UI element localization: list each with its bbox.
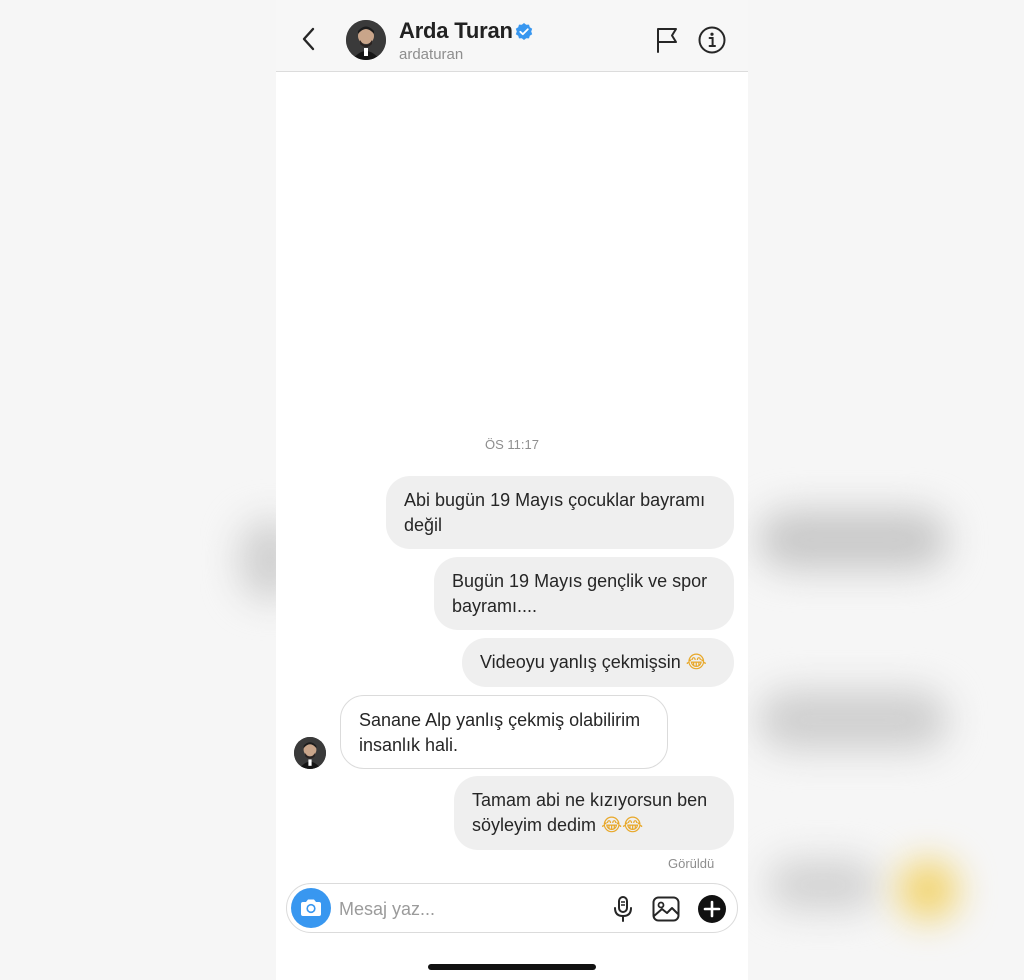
more-options-button[interactable]	[697, 894, 727, 924]
message-text: söyleyim dedim	[472, 815, 597, 835]
chat-header: Arda Turan ardaturan	[276, 0, 748, 72]
home-indicator[interactable]	[428, 964, 596, 970]
message-text-line: Tamam abi ne kızıyorsun ben	[472, 790, 708, 810]
message-text-line: Sanane Alp yanlış çekmiş olabilirim	[359, 710, 641, 730]
message-text-line: Bugün 19 Mayıs gençlik ve spor	[452, 571, 708, 591]
message-text-line: Abi bugün 19 Mayıs çocuklar bayramı	[404, 490, 706, 510]
sent-message[interactable]: Abi bugün 19 Mayıs çocuklar bayramı deği…	[386, 476, 734, 549]
sent-message[interactable]: Bugün 19 Mayıs gençlik ve spor bayramı..…	[434, 557, 734, 630]
verified-badge-icon	[515, 23, 533, 40]
voice-message-button[interactable]	[609, 895, 637, 923]
seen-status: Görüldü	[668, 856, 715, 871]
plus-circle-icon	[698, 895, 726, 923]
message-timestamp: ÖS 11:17	[485, 437, 539, 452]
sent-message[interactable]: Tamam abi ne kızıyorsun ben söyleyim ded…	[454, 776, 734, 850]
sent-message[interactable]: Videoyu yanlış çekmişsin 😂	[462, 638, 734, 687]
background-right	[748, 0, 1024, 980]
background-left	[0, 0, 300, 980]
message-input[interactable]	[339, 896, 579, 922]
message-composer	[286, 883, 738, 933]
message-text-line: söyleyim dedim 😂😂	[472, 813, 716, 838]
image-icon	[652, 896, 680, 922]
chevron-left-icon	[302, 27, 315, 51]
microphone-icon	[614, 896, 632, 922]
received-message[interactable]: Sanane Alp yanlış çekmiş olabilirim insa…	[340, 695, 668, 769]
info-icon	[698, 26, 726, 54]
laughing-emoji-icon: 😂😂	[601, 815, 644, 836]
info-button[interactable]	[697, 25, 727, 55]
header-avatar[interactable]	[346, 20, 386, 60]
sender-avatar[interactable]	[294, 737, 326, 769]
message-text: Videoyu yanlış çekmişsin	[480, 652, 681, 672]
gallery-button[interactable]	[651, 894, 681, 924]
back-button[interactable]	[296, 24, 320, 54]
flag-icon	[657, 28, 677, 53]
message-text-line: insanlık hali.	[359, 735, 459, 755]
camera-button[interactable]	[291, 888, 331, 928]
report-button[interactable]	[654, 26, 680, 54]
contact-handle[interactable]: ardaturan	[399, 46, 463, 63]
contact-name[interactable]: Arda Turan	[399, 18, 513, 44]
message-text-line: değil	[404, 515, 443, 535]
message-text-line: bayramı....	[452, 596, 538, 616]
avatar-photo	[294, 737, 326, 769]
dm-screen: Arda Turan ardaturan ÖS 11:17 Abi bugün …	[276, 0, 748, 980]
avatar-photo	[346, 20, 386, 60]
camera-icon	[301, 899, 321, 916]
laughing-emoji-icon: 😂	[685, 652, 707, 673]
